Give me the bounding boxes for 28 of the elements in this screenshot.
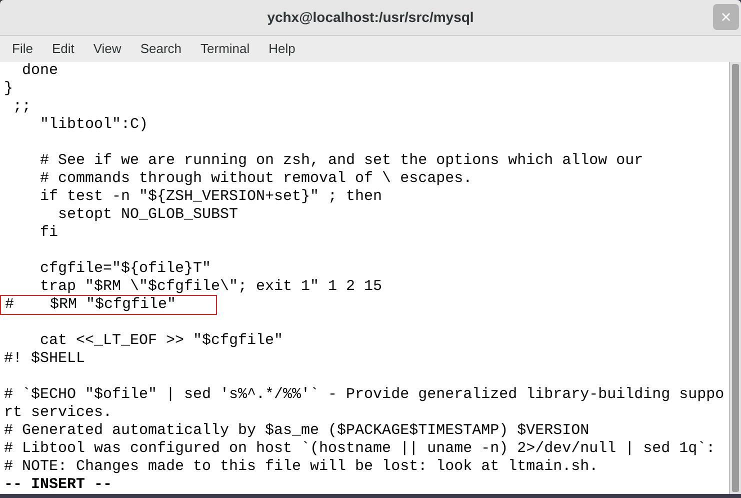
code-line: # commands through without removal of \ escapes. <box>39 170 472 188</box>
menu-item[interactable]: File <box>12 39 33 59</box>
scrollbar-thumb[interactable] <box>732 64 739 492</box>
code-line: fi <box>39 224 58 242</box>
code-line: trap "$RM \"$cfgfile\"; exit 1" 1 2 15 <box>39 278 382 296</box>
code-line: # NOTE: Changes made to this file will be lost: look at ltmain.sh. <box>4 458 598 476</box>
code-line: # $RM "$cfgfile" <box>5 296 176 314</box>
code-line: cat <<_LT_EOF >> "$cfgfile" <box>39 332 284 350</box>
code-line: # See if we are running on zsh, and set the options which allow our <box>39 152 644 170</box>
code-line: "libtool":C) <box>39 116 148 134</box>
menu-item[interactable]: Search <box>140 39 182 59</box>
code-line: cfgfile="${ofile}T" <box>39 260 212 278</box>
code-line: if test -n "${ZSH_VERSION+set}" ; then <box>39 188 382 206</box>
code-line: } <box>4 80 14 98</box>
code-line: # Libtool was configured on host `(hostname || uname -n) 2>/dev/null | sed 1q`: <box>4 440 716 458</box>
code-line: # `$ECHO "$ofile" | sed 's%^.*/%%'` - Provide generalized library-building suppo <box>4 386 724 404</box>
window-title: ychx@localhost:/usr/src/mysql <box>267 8 474 27</box>
code-line: # Generated automatically by $as_me ($PACKAGE$TIMESTAMP) $VERSION <box>4 422 590 440</box>
menu-item[interactable]: View <box>93 39 122 59</box>
code-line: rt services. <box>4 404 112 422</box>
code-line: setopt NO_GLOB_SUBST <box>57 206 238 224</box>
menu-item[interactable]: Help <box>268 39 296 59</box>
code-line: #! $SHELL <box>4 350 86 368</box>
menu-item[interactable]: Terminal <box>200 39 250 59</box>
menu-item[interactable]: Edit <box>52 39 74 59</box>
mode-indicator: -- INSERT -- <box>4 476 112 494</box>
code-line: ;; <box>12 98 32 116</box>
code-line: done <box>21 62 58 80</box>
